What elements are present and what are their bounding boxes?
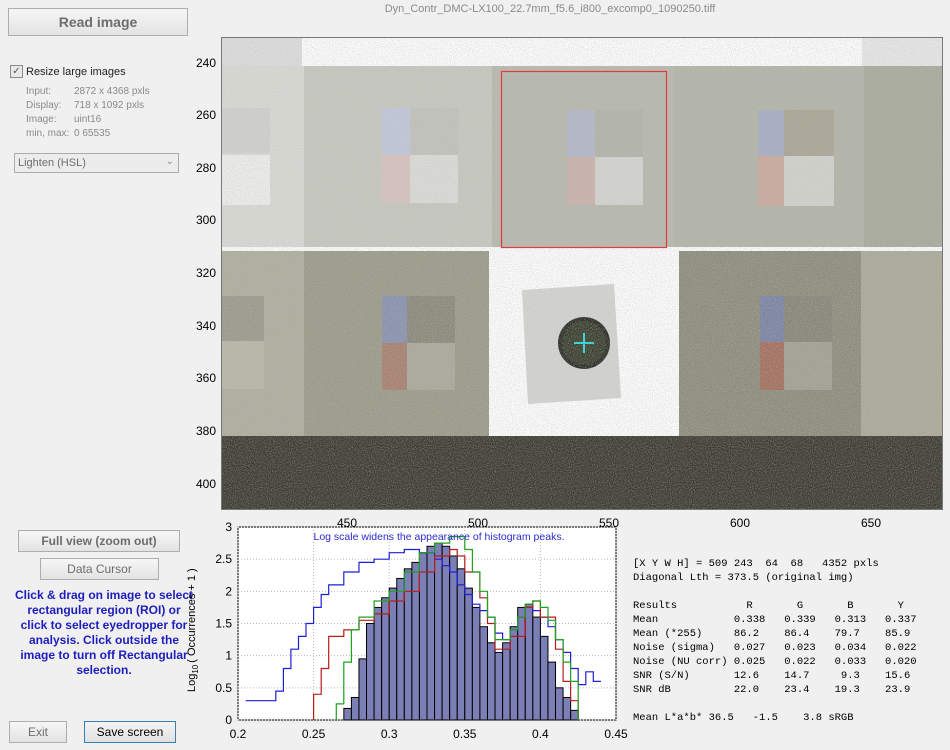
display-mode-select[interactable]: Lighten (HSL) ⌄: [14, 153, 179, 173]
image-ytick: 240: [195, 56, 216, 70]
instructions-text: Click & drag on image to select rectangu…: [14, 588, 194, 677]
histogram-ytick-label: 3: [225, 520, 232, 534]
histogram-ytick-label: 0.5: [215, 681, 232, 695]
histogram-chart: 0.2 0.25 0.3 0.35 0.4 0.45 0 0.5 1 1.5 2 2.5 3 Log sc…: [215, 520, 628, 741]
histogram-bar: [350, 696, 360, 721]
histogram-bar: [570, 709, 579, 721]
histogram-bar: [358, 658, 368, 721]
histogram-bar: [388, 587, 398, 721]
full-view-button[interactable]: Full view (zoom out): [18, 530, 180, 552]
histogram-bar: [366, 623, 375, 721]
histogram-xtick-label: 0.2: [230, 727, 247, 741]
resize-checkbox-label: Resize large images: [26, 65, 126, 78]
histogram-xtick-label: 0.4: [532, 727, 549, 741]
image-ytick: 320: [195, 266, 216, 280]
histogram-bar: [471, 606, 481, 721]
results-row: Mean 0.338 0.339 0.313 0.337: [633, 614, 917, 626]
results-header: Results R G B Y: [633, 600, 904, 612]
save-screen-button[interactable]: Save screen: [84, 721, 176, 743]
chevron-down-icon: ⌄: [165, 156, 174, 167]
histogram-ytick-label: 1: [225, 649, 232, 663]
histogram-bar: [343, 707, 352, 721]
info-image: Image: uint16: [26, 114, 102, 125]
resize-checkbox-row[interactable]: ✓ Resize large images: [10, 65, 126, 78]
image-ytick: 380: [195, 424, 216, 438]
image-view[interactable]: [221, 37, 943, 510]
histogram-bar: [434, 542, 443, 721]
histogram-bar: [494, 651, 504, 721]
results-row: Noise (sigma) 0.027 0.023 0.034 0.022: [633, 642, 917, 654]
histogram-bar: [509, 626, 519, 721]
results-row: SNR dB 22.0 23.4 19.3 23.9: [633, 684, 911, 696]
histogram-ytick-label: 1.5: [215, 617, 232, 631]
image-xtick: 650: [860, 516, 882, 530]
histogram-bar: [486, 642, 496, 721]
histogram-bar: [562, 696, 572, 721]
histogram-ylabel: Log10( Occurrences + 1 ): [186, 568, 201, 692]
histogram-xtick-label: 0.45: [604, 727, 628, 741]
histogram-bar: [373, 606, 383, 721]
image-ytick: 400: [195, 477, 216, 491]
image-ytick: 280: [195, 161, 216, 175]
histogram-xtick-label: 0.25: [302, 727, 326, 741]
histogram-bar: [381, 597, 390, 721]
histogram-bar: [547, 661, 557, 721]
results-row: Mean (*255) 86.2 86.4 79.7 85.9: [633, 628, 911, 640]
histogram-note: Log scale widens the appearance of histo…: [314, 531, 565, 543]
image-xtick: 600: [729, 516, 751, 530]
histogram-bar: [517, 606, 526, 721]
histogram-xtick-label: 0.3: [381, 727, 398, 741]
histogram-bar: [464, 587, 473, 721]
info-display: Display: 718 x 1092 pxls: [26, 100, 145, 111]
diagonal-length: Diagonal Lth = 373.5 (original img): [633, 572, 854, 584]
image-ytick: 340: [195, 319, 216, 333]
histogram-bar: [555, 687, 564, 721]
histogram-bar: [502, 642, 511, 721]
read-image-button[interactable]: Read image: [8, 8, 188, 36]
histogram-bar: [396, 577, 405, 721]
histogram-ytick-label: 2: [225, 584, 232, 598]
results-row: Noise (NU corr) 0.025 0.022 0.033 0.020: [633, 656, 917, 668]
image-ytick: 360: [195, 371, 216, 385]
data-cursor-button[interactable]: Data Cursor: [40, 558, 159, 580]
histogram-bar: [532, 616, 541, 721]
histogram-bar: [479, 626, 488, 721]
histogram-bar: [411, 561, 420, 721]
roi-xywh: [X Y W H] = 509 243 64 68 4352 pxls: [633, 558, 879, 570]
histogram-ytick-label: 2.5: [215, 552, 232, 566]
info-input: Input: 2872 x 4368 pxls: [26, 86, 150, 97]
mean-lab: Mean L*a*b* 36.5 -1.5 3.8 sRGB: [633, 712, 854, 724]
histogram-xtick-label: 0.35: [453, 727, 477, 741]
histogram-bar: [418, 552, 428, 721]
resize-checkbox[interactable]: ✓: [10, 65, 23, 78]
histogram-bar: [524, 603, 534, 721]
window-title: Dyn_Contr_DMC-LX100_22.7mm_f5.6_i800_exc…: [384, 3, 716, 15]
histogram-ytick-label: 0: [225, 713, 232, 727]
histogram-bar: [539, 635, 549, 721]
histogram-bar: [449, 555, 458, 721]
exit-button[interactable]: Exit: [9, 721, 67, 743]
image-ytick: 300: [195, 213, 216, 227]
results-row: SNR (S/N) 12.6 14.7 9.3 15.6: [633, 670, 911, 682]
image-ytick: 260: [195, 108, 216, 122]
histogram-bar: [456, 568, 466, 721]
image-view-canvas: [222, 38, 942, 509]
display-mode-value: Lighten (HSL): [18, 157, 86, 169]
histogram-bar: [441, 545, 451, 721]
info-min-max: min, max: 0 65535: [26, 128, 111, 139]
